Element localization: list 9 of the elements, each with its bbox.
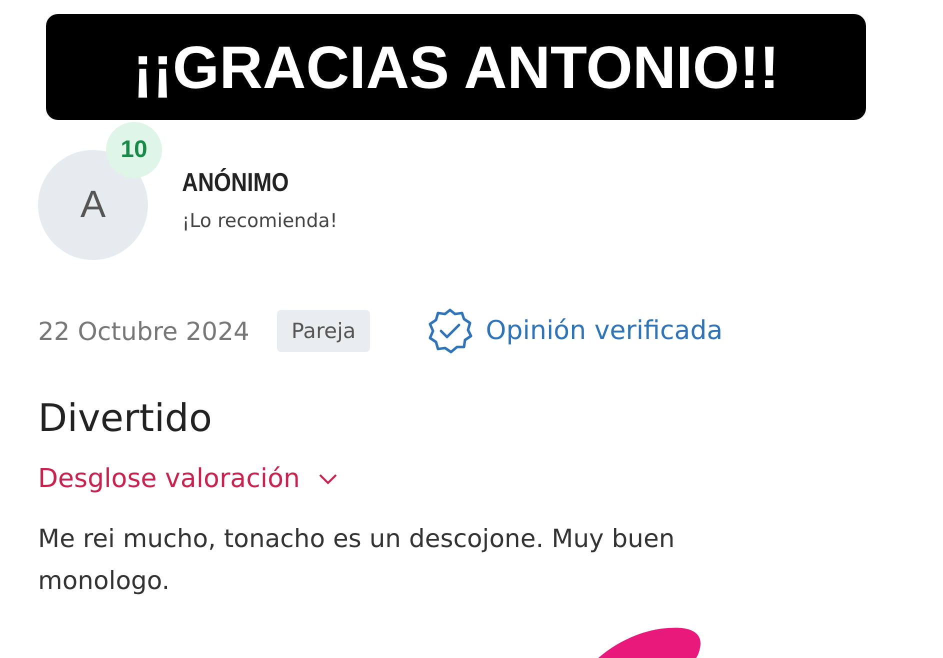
- breakdown-toggle[interactable]: Desglose valoración: [38, 464, 338, 494]
- verified-label: Opinión verificada: [486, 316, 723, 346]
- review-date: 22 Octubre 2024: [38, 316, 250, 346]
- author-name: ANÓNIMO: [182, 166, 290, 198]
- recommendation-text: ¡Lo recomienda!: [182, 210, 338, 232]
- title-banner: ¡¡GRACIAS ANTONIO!!: [46, 14, 866, 120]
- review-text: Me rei mucho, tonacho es un descojone. Muy buen monologo.: [38, 523, 676, 597]
- review-title: Divertido: [38, 396, 214, 440]
- tag: Pareja: [277, 310, 370, 352]
